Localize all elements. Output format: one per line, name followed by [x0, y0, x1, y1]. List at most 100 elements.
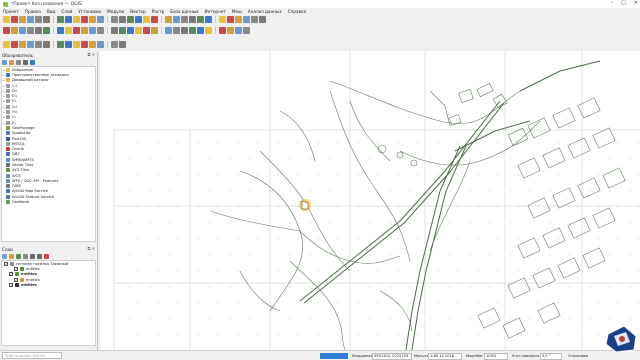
- annotation-icon[interactable]: [235, 27, 242, 34]
- pan-to-selection-icon[interactable]: [65, 16, 72, 23]
- open-project-icon[interactable]: [27, 41, 34, 48]
- zoom-in-icon[interactable]: [73, 16, 80, 23]
- zoom-layer-icon[interactable]: [111, 16, 118, 23]
- refresh-icon[interactable]: [165, 16, 172, 23]
- zoom-full-icon[interactable]: [111, 41, 118, 48]
- zoom-selection-icon[interactable]: [97, 16, 104, 23]
- stats-icon[interactable]: [219, 27, 226, 34]
- layer-visibility-checkbox[interactable]: ✓: [9, 282, 13, 287]
- visibility-icon[interactable]: [16, 254, 21, 259]
- new-project-icon[interactable]: [3, 27, 10, 34]
- save-project-icon[interactable]: [19, 16, 26, 23]
- layout-manager-icon[interactable]: [65, 41, 72, 48]
- close-button[interactable]: ✕: [634, 0, 638, 6]
- save-as-icon[interactable]: [27, 27, 34, 34]
- browser-item[interactable]: GeoNode: [2, 199, 95, 205]
- new-map-view-icon[interactable]: [143, 16, 150, 23]
- deselect-icon[interactable]: [189, 16, 196, 23]
- collapse-icon[interactable]: [23, 60, 28, 65]
- rotation-field[interactable]: 0,0 °: [540, 352, 562, 360]
- open-project-icon[interactable]: [11, 27, 18, 34]
- zoom-native-icon[interactable]: [119, 16, 126, 23]
- deselect-icon[interactable]: [189, 27, 196, 34]
- filter-icon[interactable]: [23, 254, 28, 259]
- temporal-icon[interactable]: [151, 27, 158, 34]
- locator-search-input[interactable]: Type to locate (Ctrl+K): [2, 352, 62, 359]
- layout-manager-icon[interactable]: [43, 27, 50, 34]
- zoom-out-icon[interactable]: [81, 27, 88, 34]
- menu-item[interactable]: Анализ данных: [248, 9, 282, 14]
- zoom-selection-icon[interactable]: [97, 27, 104, 34]
- save-as-icon[interactable]: [27, 16, 34, 23]
- text-icon[interactable]: [259, 16, 266, 23]
- add-group-icon[interactable]: [9, 254, 14, 259]
- new-project-icon[interactable]: [3, 16, 10, 23]
- maximize-button[interactable]: □: [621, 0, 626, 6]
- layer-visibility-checkbox[interactable]: ✓: [14, 277, 18, 282]
- identify-icon[interactable]: [173, 27, 180, 34]
- open-project-icon[interactable]: [11, 16, 18, 23]
- zoom-native-icon[interactable]: [119, 27, 126, 34]
- expand-all-icon[interactable]: [30, 254, 35, 259]
- pan-to-selection-icon[interactable]: [81, 41, 88, 48]
- layer-visibility-checkbox[interactable]: ✓: [14, 266, 18, 271]
- zoom-in-icon[interactable]: [73, 27, 80, 34]
- measure-icon[interactable]: [227, 27, 234, 34]
- print-layout-icon[interactable]: [35, 16, 42, 23]
- zoom-out-icon[interactable]: [81, 16, 88, 23]
- scale-field[interactable]: 1:66 14 2018: [428, 352, 462, 360]
- remove-layer-icon[interactable]: [44, 254, 49, 259]
- field-calc-icon[interactable]: [197, 16, 204, 23]
- menu-item[interactable]: Меш: [232, 9, 242, 14]
- zoom-full-icon[interactable]: [89, 16, 96, 23]
- layer-visibility-checkbox[interactable]: ✓: [4, 261, 8, 266]
- menu-item[interactable]: Вид: [47, 9, 56, 14]
- panel-buttons[interactable]: ⧉ ✕: [88, 52, 95, 57]
- attribute-table-icon[interactable]: [205, 16, 212, 23]
- layer-item[interactable]: ✓ entities: [2, 282, 95, 287]
- stats-icon[interactable]: [219, 16, 226, 23]
- coordinate-field[interactable]: 4991303, 0725703: [372, 352, 412, 360]
- zoom-layer-icon[interactable]: [111, 27, 118, 34]
- attribute-table-icon[interactable]: [205, 27, 212, 34]
- pan-icon[interactable]: [57, 16, 64, 23]
- menu-item[interactable]: Справка: [288, 9, 306, 14]
- menu-item[interactable]: Проект: [3, 9, 19, 14]
- magnifier-field[interactable]: 100%: [484, 352, 508, 360]
- zoom-last-icon[interactable]: [127, 16, 134, 23]
- menu-item[interactable]: Вектор: [130, 9, 146, 14]
- text-icon[interactable]: [11, 41, 18, 48]
- filter-icon[interactable]: [16, 60, 21, 65]
- menu-item[interactable]: Растр: [152, 9, 165, 14]
- collapse-all-icon[interactable]: [37, 254, 42, 259]
- refresh-icon[interactable]: [165, 27, 172, 34]
- new-project-icon[interactable]: [19, 41, 26, 48]
- panel-buttons[interactable]: ⧉ ✕: [88, 246, 95, 251]
- minimize-button[interactable]: –: [611, 0, 614, 6]
- menu-item[interactable]: Правка: [25, 9, 41, 14]
- zoom-next-icon[interactable]: [135, 16, 142, 23]
- layout-manager-icon[interactable]: [43, 16, 50, 23]
- save-project-icon[interactable]: [35, 41, 42, 48]
- pan-to-selection-icon[interactable]: [65, 27, 72, 34]
- label-icon[interactable]: [251, 16, 258, 23]
- field-calc-icon[interactable]: [197, 27, 204, 34]
- menu-item[interactable]: Модули: [107, 9, 124, 14]
- print-layout-icon[interactable]: [35, 27, 42, 34]
- new-map-view-icon[interactable]: [143, 27, 150, 34]
- map-tips-icon[interactable]: [243, 27, 250, 34]
- zoom-next-icon[interactable]: [135, 27, 142, 34]
- zoom-in-icon[interactable]: [89, 41, 96, 48]
- select-icon[interactable]: [181, 27, 188, 34]
- zoom-last-icon[interactable]: [127, 27, 134, 34]
- zoom-selection-icon[interactable]: [119, 41, 126, 48]
- save-as-icon[interactable]: [43, 41, 50, 48]
- map-tips-icon[interactable]: [243, 16, 250, 23]
- label-icon[interactable]: [3, 41, 10, 48]
- save-project-icon[interactable]: [19, 27, 26, 34]
- zoom-out-icon[interactable]: [97, 41, 104, 48]
- temporal-icon[interactable]: [151, 16, 158, 23]
- render-checkbox-label[interactable]: Отрисовка: [568, 354, 588, 358]
- pan-icon[interactable]: [73, 41, 80, 48]
- menu-item[interactable]: Слой: [61, 9, 72, 14]
